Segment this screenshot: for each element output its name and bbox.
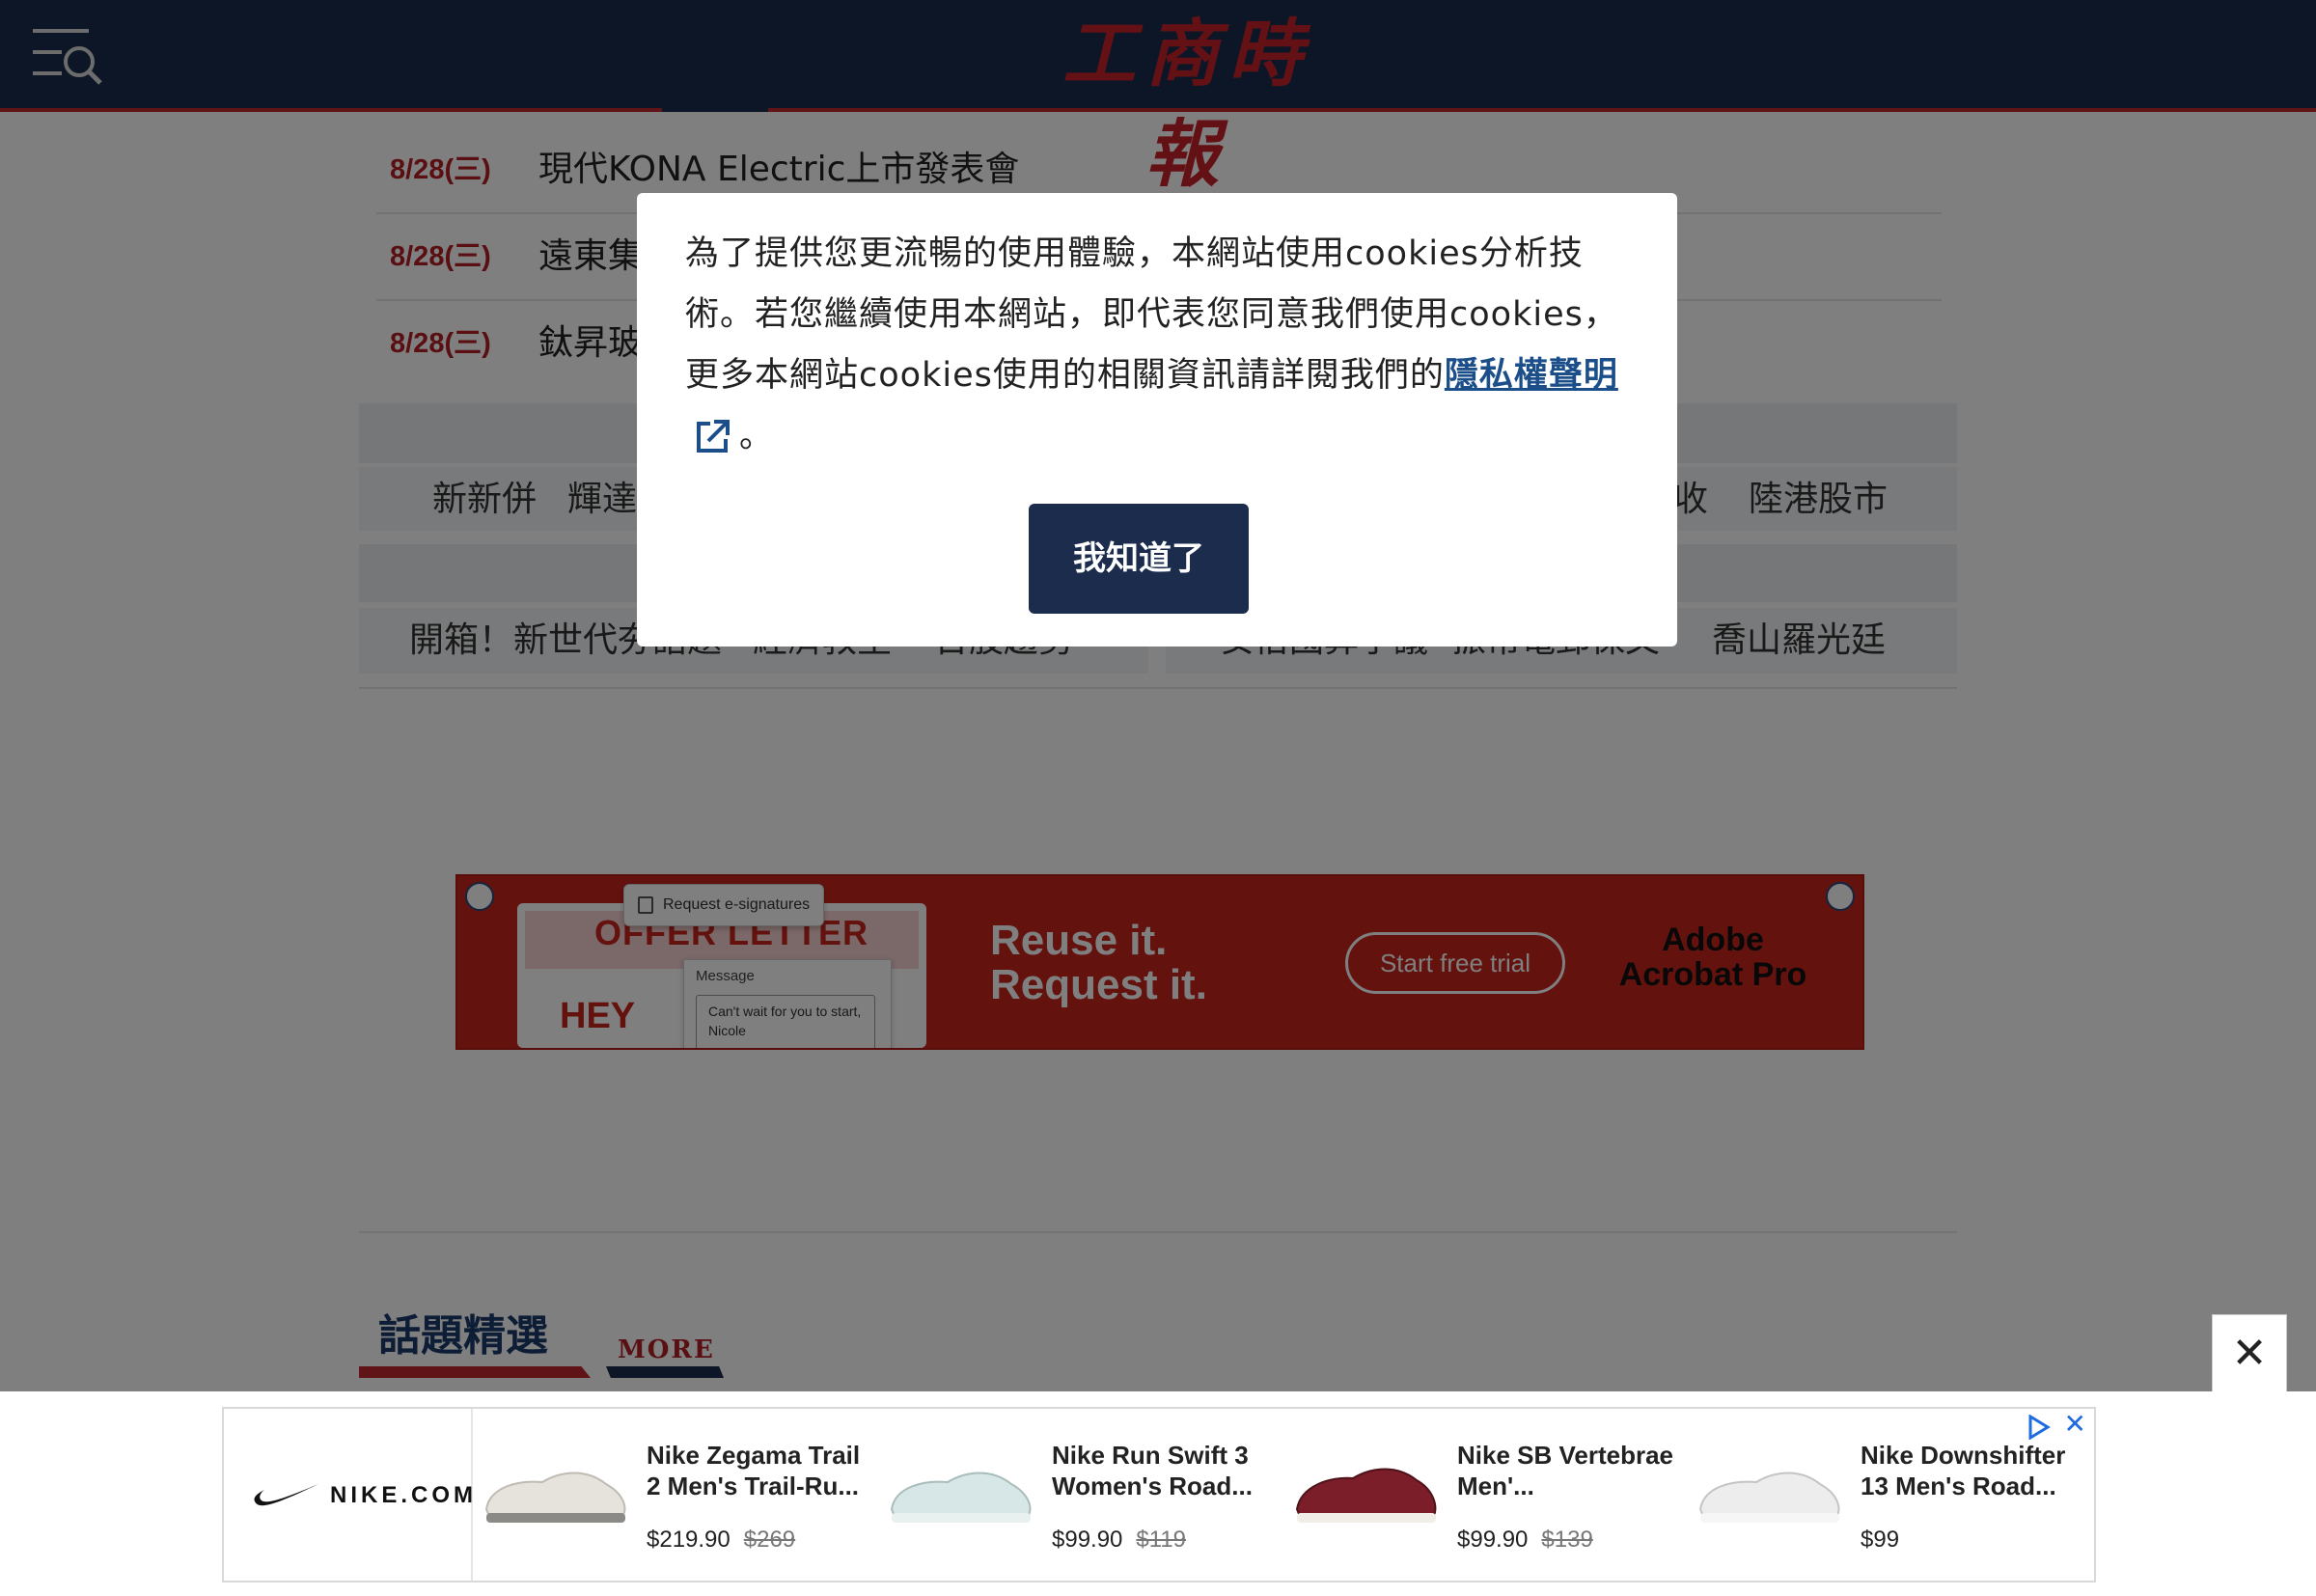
shoe-image [484,1472,626,1523]
close-icon[interactable]: ✕ [2064,1409,2086,1440]
price-current: $99 [1861,1527,1900,1553]
shoe-image [890,1472,1032,1523]
cookie-consent-modal: 為了提供您更流暢的使用體驗，本網站使用cookies分析技術。若您繼續使用本網站… [637,193,1677,647]
product-name: Nike Downshifter 13 Men's Road... [1861,1441,2066,1500]
external-link-icon[interactable] [691,416,733,458]
product-price: $99 [1861,1527,1899,1554]
product-card[interactable]: Nike Zegama Trail 2 Men's Trail-Ru... $2… [473,1409,878,1581]
price-old: $139 [1541,1527,1593,1553]
product-card[interactable]: Nike Run Swift 3 Women's Road... $99.90 $… [878,1409,1283,1581]
shoe-image [1698,1472,1840,1523]
product-name: Nike SB Vertebrae Men'... [1457,1441,1674,1500]
product-price: $99.90 $119 [1052,1527,1186,1554]
close-ad-button[interactable]: ✕ [2212,1314,2287,1392]
accept-cookies-button[interactable]: 我知道了 [1029,504,1249,614]
price-current: $219.90 [647,1527,731,1553]
nike-swoosh-icon [254,1484,318,1506]
price-old: $269 [743,1527,796,1553]
price-current: $99.90 [1457,1527,1529,1553]
price-old: $119 [1136,1527,1187,1553]
nike-brand: NIKE.COM [330,1482,477,1508]
nike-ad[interactable]: NIKE.COM Nike Zegama Trail 2 Men's Trail… [222,1407,2096,1582]
adchoices-icon[interactable] [2026,1415,2052,1440]
shoe-image [1295,1468,1437,1523]
nike-brand-panel[interactable]: NIKE.COM [224,1409,473,1581]
cookie-message: 為了提供您更流暢的使用體驗，本網站使用cookies分析技術。若您繼續使用本網站… [685,224,1650,467]
price-current: $99.90 [1052,1527,1123,1553]
product-name: Nike Run Swift 3 Women's Road... [1052,1441,1253,1500]
product-card[interactable]: Nike SB Vertebrae Men'... $99.90 $139 [1283,1409,1689,1581]
cookie-text-tail: 。 [739,417,775,455]
privacy-policy-link[interactable]: 隱私權聲明 [1445,356,1618,395]
product-price: $219.90 $269 [647,1527,795,1554]
product-name: Nike Zegama Trail 2 Men's Trail-Ru... [647,1441,861,1500]
product-price: $99.90 $139 [1457,1527,1593,1554]
